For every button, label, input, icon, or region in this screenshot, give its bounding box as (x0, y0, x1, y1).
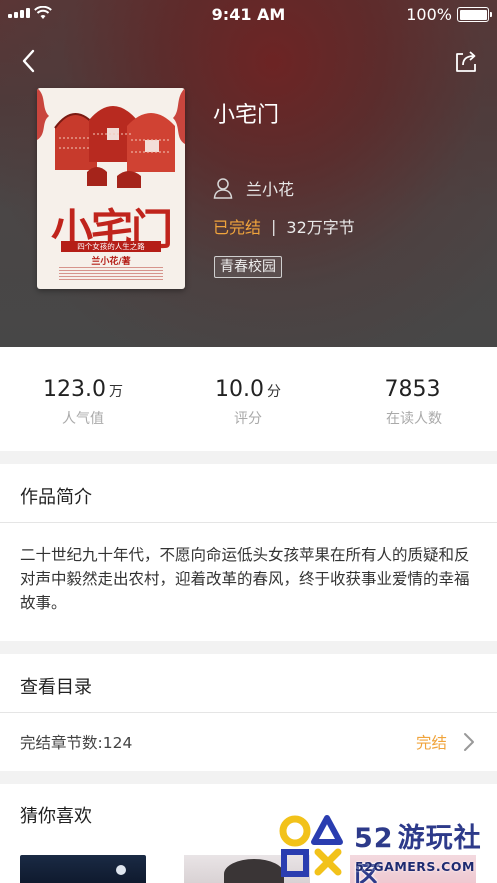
genre-tag[interactable]: 青春校园 (214, 256, 282, 278)
battery-percent: 100% (406, 5, 452, 24)
gamers-logo-icon (279, 815, 343, 877)
stat-unit: 万 (108, 384, 123, 400)
share-button[interactable] (453, 48, 479, 74)
book-title: 小宅门 (213, 103, 280, 128)
chapter-count: 完结章节数:124 (20, 734, 133, 752)
toc-section: 查看目录 完结章节数:124 完结 (0, 654, 497, 771)
stat-popularity: 123.0 万 人气值 (3, 377, 163, 428)
cover-subtitle: 四个女孩的人生之路 (61, 241, 161, 252)
intro-body: 二十世纪九十年代，不愿向命运低头女孩苹果在所有人的质疑和反对声中毅然走出农村，迎… (20, 546, 470, 612)
yurt-illustration (37, 88, 185, 188)
site-watermark: 52 游玩社区 52GAMERS.COM (278, 810, 497, 883)
stat-value: 10.0 (215, 377, 264, 402)
watermark-url: 52GAMERS.COM (355, 859, 475, 874)
meta-separator: | (271, 216, 277, 236)
stat-label: 在读人数 (386, 411, 442, 427)
stat-label: 评分 (234, 411, 262, 427)
book-cover[interactable]: 小宅门 四个女孩的人生之路 兰小花/著 (37, 88, 185, 289)
stats-panel: 123.0 万 人气值 10.0 分 评分 7853 在读人数 (0, 347, 497, 451)
book-meta: 已完结 | 32万字节 (213, 214, 355, 238)
stat-readers: 7853 在读人数 (334, 377, 494, 428)
stat-value: 7853 (384, 377, 441, 402)
toc-row[interactable]: 完结章节数:124 完结 (0, 712, 497, 771)
stat-rating: 10.0 分 评分 (168, 377, 328, 428)
intro-title: 作品简介 (20, 487, 92, 508)
cover-author: 兰小花/著 (91, 257, 131, 267)
recommend-book-1[interactable] (20, 855, 146, 883)
book-header: 9:41 AM 100% 小宅门 四个女孩的人生之路 兰小花/著 小宅门 兰小花… (0, 0, 497, 347)
recommend-title: 猜你喜欢 (20, 806, 92, 827)
divider (0, 522, 497, 523)
stat-unit: 分 (266, 384, 281, 400)
completion-status: 已完结 (213, 218, 262, 237)
user-icon (213, 178, 233, 199)
chevron-right-icon (464, 733, 474, 751)
stat-value: 123.0 (43, 377, 106, 402)
toc-title: 查看目录 (20, 677, 92, 698)
stat-label: 人气值 (62, 411, 104, 427)
back-button[interactable] (16, 47, 44, 75)
word-count: 32万字节 (286, 218, 355, 237)
cover-blurb (59, 267, 163, 281)
author-name: 兰小花 (246, 180, 295, 199)
intro-section: 作品简介 二十世纪九十年代，不愿向命运低头女孩苹果在所有人的质疑和反对声中毅然走… (0, 464, 497, 641)
toc-status: 完结 (415, 734, 447, 752)
battery-icon (457, 7, 492, 22)
status-bar: 9:41 AM 100% (0, 0, 497, 28)
author-row[interactable]: 兰小花 (213, 176, 294, 200)
